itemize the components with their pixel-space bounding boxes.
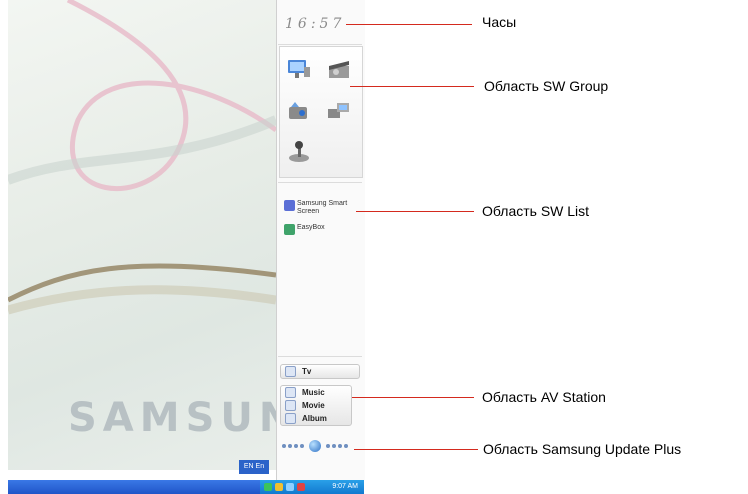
sw-list-item-easybox[interactable]: EasyBox [284, 224, 325, 235]
music-icon [285, 387, 296, 398]
divider [278, 182, 362, 183]
av-music-row[interactable]: Music [281, 386, 351, 399]
av-tv-row[interactable]: Tv [281, 365, 359, 378]
tv-icon [285, 366, 296, 377]
indicator-dot [344, 444, 348, 448]
tray-icons [264, 483, 305, 491]
update-globe-icon[interactable] [309, 440, 321, 452]
indicator-dot [288, 444, 292, 448]
tray-clock[interactable]: 9:07 AM [332, 483, 358, 490]
sw-group-leader-line [350, 86, 474, 87]
divider [278, 44, 362, 45]
indicator-dot [338, 444, 342, 448]
album-icon [285, 413, 296, 424]
av-movie-label: Movie [302, 401, 325, 410]
update-plus-area[interactable] [282, 440, 348, 452]
sw-list-item-smart-screen[interactable]: Samsung Smart Screen [284, 200, 367, 216]
sw-list-item-label: EasyBox [297, 224, 325, 231]
indicator-dot [332, 444, 336, 448]
game-joystick-icon[interactable] [286, 139, 312, 163]
easybox-icon [284, 224, 295, 235]
av-station-callout-label: Область AV Station [482, 389, 606, 405]
volume-icon[interactable] [286, 483, 294, 491]
language-indicator[interactable]: EN En [239, 460, 269, 474]
av-station-leader-line [352, 397, 474, 398]
media-clapper-icon[interactable] [326, 57, 352, 81]
panel-clock: 16:57 [285, 16, 346, 32]
av-album-label: Album [302, 414, 327, 423]
clock-callout-label: Часы [482, 14, 517, 30]
taskbar[interactable] [8, 480, 268, 494]
smart-screen-icon [284, 200, 295, 211]
indicator-dot [294, 444, 298, 448]
indicator-dot [326, 444, 330, 448]
av-album-row[interactable]: Album [281, 412, 351, 425]
sw-list-item-label: Samsung Smart Screen [297, 200, 348, 215]
alert-icon[interactable] [297, 483, 305, 491]
system-tray[interactable]: 9:07 AM [260, 480, 364, 494]
clock-leader-line [346, 24, 472, 25]
av-tv-label: Tv [302, 367, 312, 376]
samsung-logo-text: SAMSUN [68, 395, 276, 441]
sw-list-leader-line [356, 211, 474, 212]
update-plus-callout-label: Область Samsung Update Plus [483, 441, 682, 457]
shield-icon[interactable] [275, 483, 283, 491]
monitor-settings-icon[interactable] [286, 57, 312, 81]
divider [278, 356, 362, 357]
update-plus-leader-line [354, 449, 478, 450]
desktop-wallpaper: SAMSUN [8, 0, 276, 470]
av-station-tv[interactable]: Tv [280, 364, 360, 379]
network-computers-icon[interactable] [326, 99, 352, 123]
sw-group-area [279, 46, 363, 178]
av-movie-row[interactable]: Movie [281, 399, 351, 412]
av-music-label: Music [302, 388, 325, 397]
backup-drive-icon[interactable] [286, 99, 312, 123]
sw-list-callout-label: Область SW List [482, 203, 590, 219]
av-station-media-group: Music Movie Album [280, 385, 352, 426]
indicator-dot [300, 444, 304, 448]
indicator-dot [282, 444, 286, 448]
sw-group-callout-label: Область SW Group [484, 78, 609, 94]
network-icon[interactable] [264, 483, 272, 491]
movie-icon [285, 400, 296, 411]
